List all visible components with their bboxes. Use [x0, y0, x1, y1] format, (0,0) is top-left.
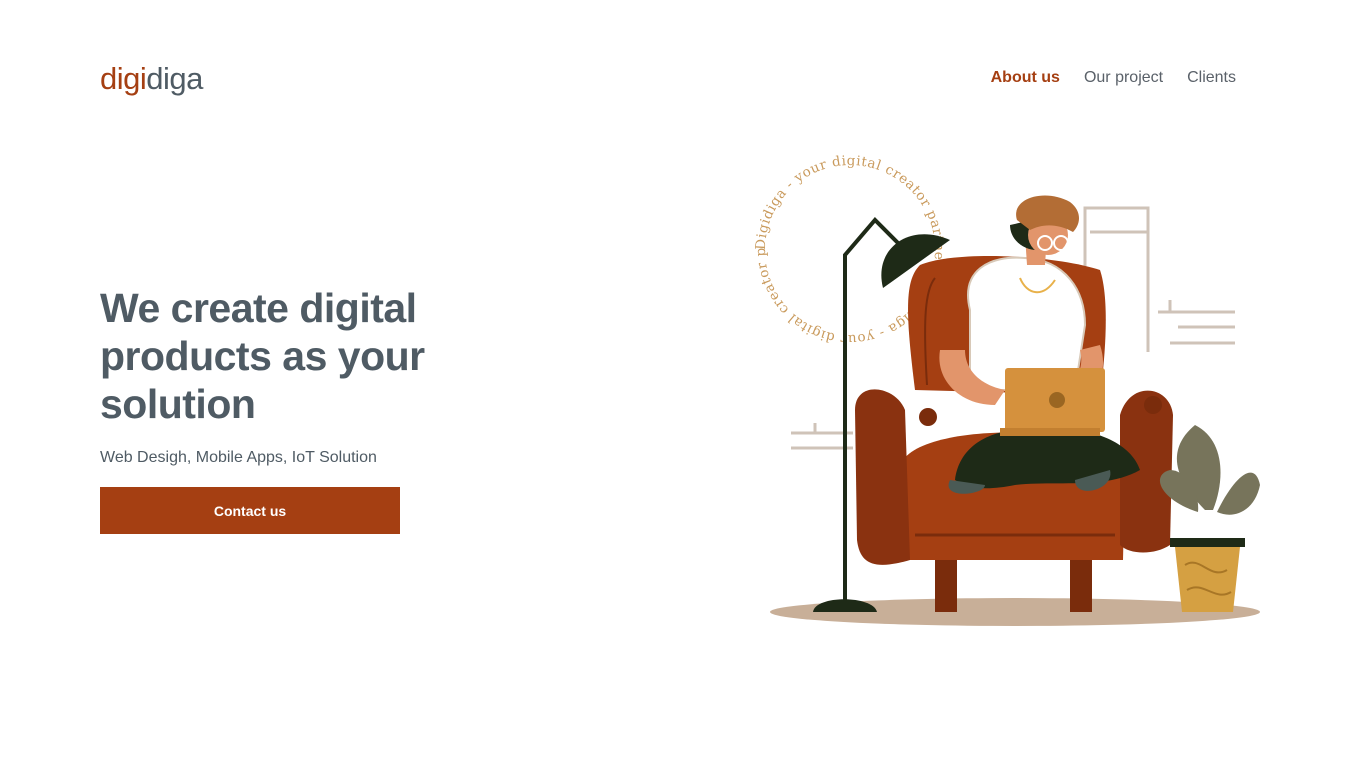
nav-clients[interactable]: Clients: [1187, 68, 1236, 88]
nav-about-us[interactable]: About us: [991, 68, 1060, 88]
laptop: [1000, 368, 1105, 436]
brand-logo-part2: diga: [146, 61, 203, 96]
main-nav: About us Our project Clients: [991, 68, 1236, 88]
potted-plant: [1159, 425, 1260, 612]
hero-title: We create digital products as your solut…: [100, 285, 425, 427]
brand-logo-part1: digi: [100, 61, 147, 96]
hero-illustration: Digidiga - your digital creator partner …: [755, 140, 1260, 626]
hero-subtitle: Web Desigh, Mobile Apps, IoT Solution: [100, 449, 377, 466]
contact-us-button[interactable]: Contact us: [100, 487, 400, 534]
brand-logo[interactable]: digidiga: [100, 60, 203, 98]
nav-our-project[interactable]: Our project: [1084, 68, 1163, 88]
